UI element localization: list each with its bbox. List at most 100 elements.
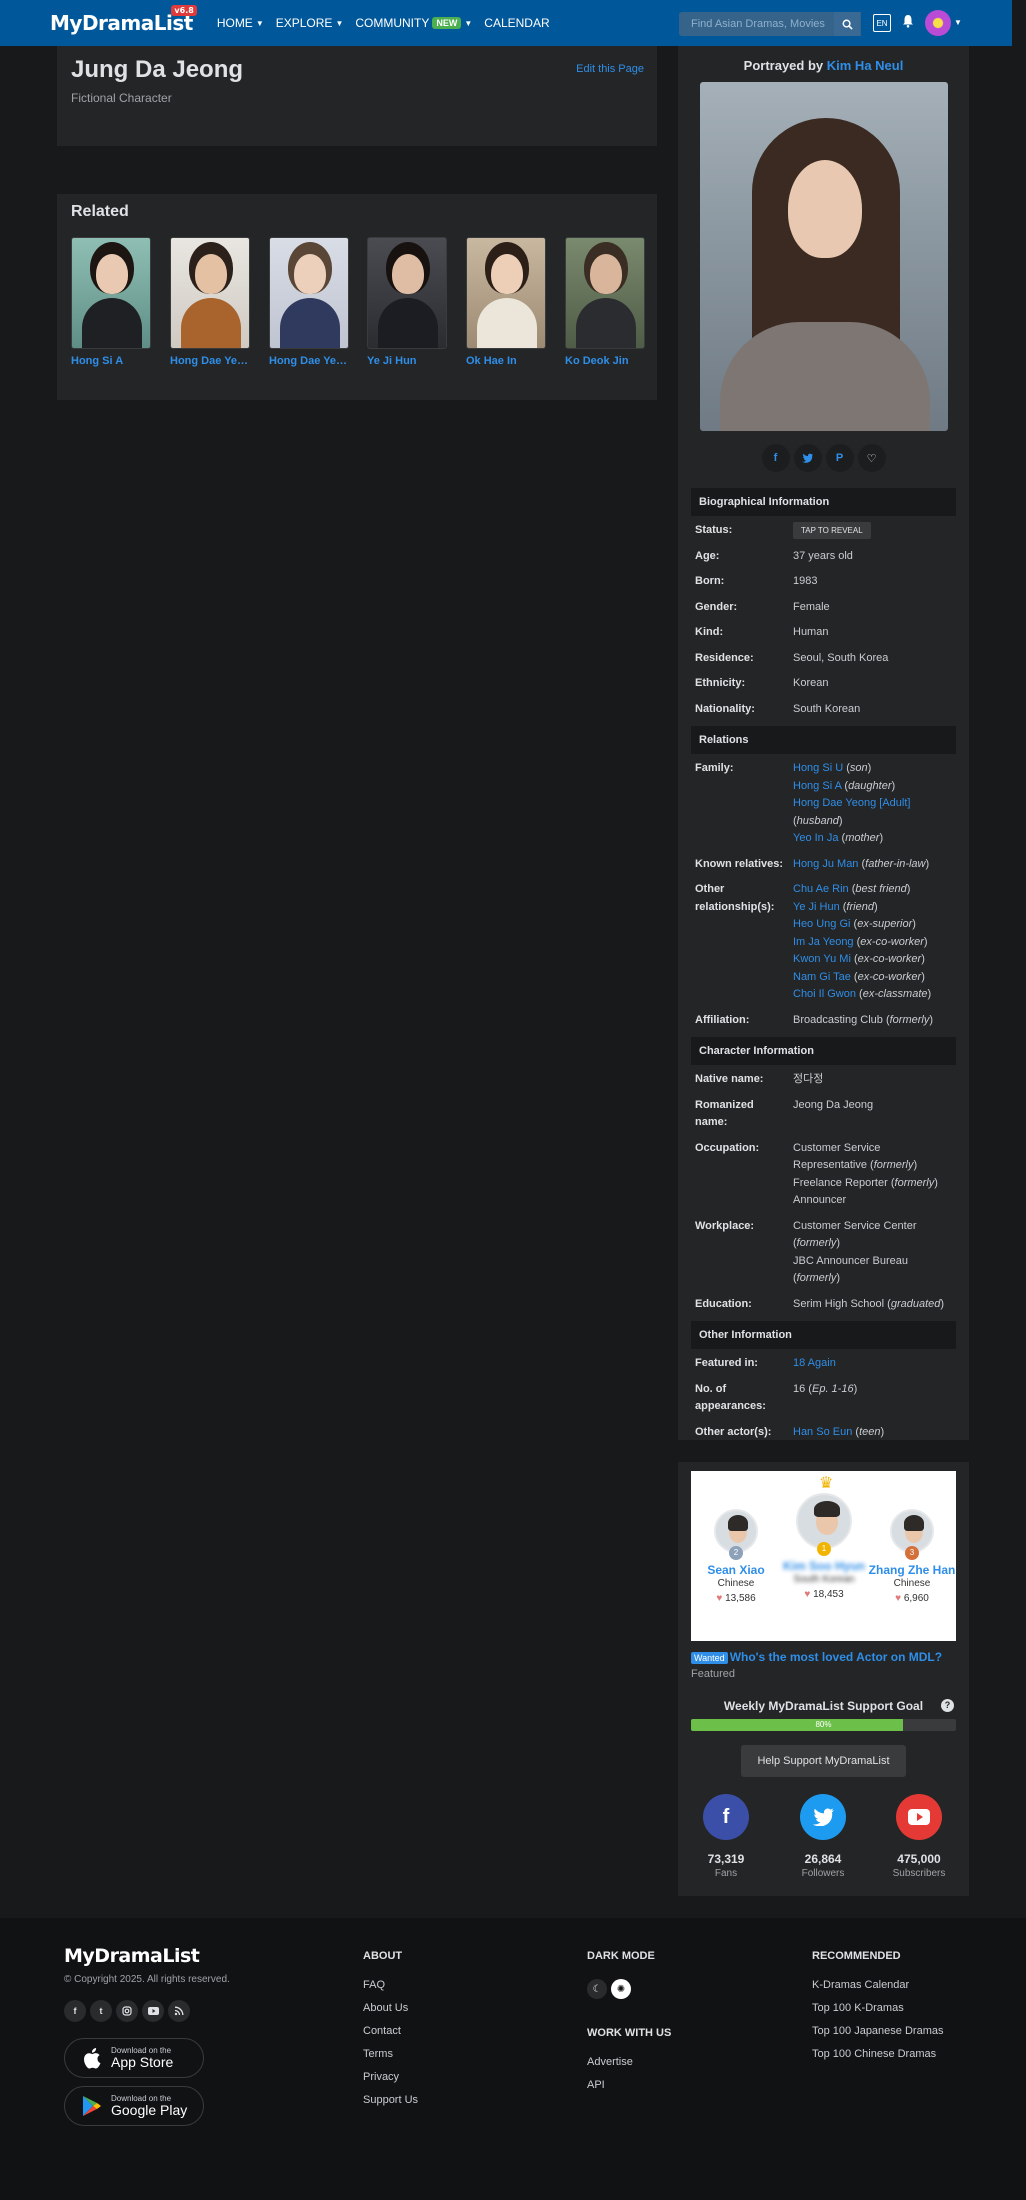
tap-to-reveal-button[interactable]: TAP TO REVEAL [793, 522, 871, 539]
related-name-link[interactable]: Ye Ji Hun [367, 355, 447, 367]
footer-link-kdrama-calendar[interactable]: K-Dramas Calendar [812, 1979, 943, 1991]
wanted-badge: Wanted [691, 1652, 728, 1664]
facebook-icon[interactable]: f [761, 444, 790, 472]
relation-link[interactable]: Kwon Yu Mi [793, 953, 851, 965]
footer-link-terms[interactable]: Terms [363, 2048, 418, 2060]
version-badge: v6.8 [171, 5, 197, 16]
footer-link-top-kdramas[interactable]: Top 100 K-Dramas [812, 2002, 943, 2014]
new-badge: NEW [432, 17, 462, 29]
related-panel: Related Hong Si A Hong Dae Yeong Hong Da… [57, 194, 657, 400]
facebook-icon[interactable]: f [703, 1794, 749, 1840]
facebook-icon[interactable]: f [64, 2000, 86, 2022]
chevron-down-icon[interactable]: ▼ [954, 18, 962, 27]
related-item[interactable]: Hong Si A [71, 237, 151, 367]
search-button[interactable] [834, 12, 860, 36]
footer-link-contact[interactable]: Contact [363, 2025, 418, 2037]
google-play-button[interactable]: Download on the Google Play [64, 2086, 204, 2126]
help-icon[interactable]: ? [941, 1699, 954, 1712]
related-item[interactable]: Ok Hae In [466, 237, 546, 367]
poll-entry[interactable]: 1 Kim Soo Hyun South Korean ♥ 18,453 [779, 1493, 869, 1600]
search-icon [842, 19, 853, 30]
related-photo[interactable] [565, 237, 645, 349]
related-name-link[interactable]: Hong Dae Yeong [269, 355, 349, 367]
youtube-stat[interactable]: 475,000 Subscribers [879, 1794, 959, 1879]
relation-link[interactable]: Choi Il Gwon [793, 988, 856, 1000]
heart-icon: ♥ [895, 1593, 902, 1604]
related-name-link[interactable]: Ok Hae In [466, 355, 546, 367]
nav-explore[interactable]: EXPLORE ▼ [276, 16, 344, 30]
twitter-icon[interactable]: t [90, 2000, 112, 2022]
footer-link-about[interactable]: About Us [363, 2002, 418, 2014]
related-item[interactable]: Ko Deok Jin [565, 237, 645, 367]
related-item[interactable]: Ye Ji Hun [367, 237, 447, 367]
related-item[interactable]: Hong Dae Yeong [269, 237, 349, 367]
language-button[interactable]: EN [873, 14, 891, 32]
related-photo[interactable] [170, 237, 250, 349]
avatar [796, 1493, 852, 1549]
footer-logo[interactable]: MyDramaList [64, 1945, 200, 1967]
sun-icon[interactable]: ✺ [611, 1979, 631, 1999]
relation-link[interactable]: Nam Gi Tae [793, 971, 851, 983]
nav-calendar[interactable]: CALENDAR [484, 16, 549, 30]
youtube-icon[interactable] [896, 1794, 942, 1840]
biographical-info: Biographical Information Status: TAP TO R… [691, 488, 956, 1449]
relation-link[interactable]: Ye Ji Hun [793, 901, 840, 913]
footer-link-api[interactable]: API [587, 2079, 671, 2091]
page-title: Jung Da Jeong [71, 56, 244, 83]
popularity-poll[interactable]: ♛ 2 Sean Xiao Chinese ♥ 13,586 1 Kim Soo… [691, 1471, 956, 1641]
footer-link-top-cdramas[interactable]: Top 100 Chinese Dramas [812, 2048, 943, 2060]
moon-icon[interactable]: ☾ [587, 1979, 607, 1999]
edit-page-link[interactable]: Edit this Page [576, 63, 644, 75]
rss-icon[interactable] [168, 2000, 190, 2022]
footer-link-top-jdramas[interactable]: Top 100 Japanese Dramas [812, 2025, 943, 2037]
poll-entry[interactable]: 2 Sean Xiao Chinese ♥ 13,586 [691, 1509, 781, 1604]
relation-link[interactable]: Heo Ung Gi [793, 918, 850, 930]
footer-link-support[interactable]: Support Us [363, 2094, 418, 2106]
app-store-button[interactable]: Download on the App Store [64, 2038, 204, 2078]
related-photo[interactable] [466, 237, 546, 349]
footer-link-faq[interactable]: FAQ [363, 1979, 418, 1991]
twitter-icon[interactable] [800, 1794, 846, 1840]
user-avatar[interactable] [925, 10, 951, 36]
related-photo[interactable] [269, 237, 349, 349]
google-play-icon [81, 2095, 103, 2117]
facebook-stat[interactable]: f 73,319 Fans [686, 1794, 766, 1879]
related-name-link[interactable]: Ko Deok Jin [565, 355, 645, 367]
twitter-stat[interactable]: 26,864 Followers [783, 1794, 863, 1879]
relation-link[interactable]: Hong Ju Man [793, 858, 858, 870]
related-title: Related [71, 203, 129, 220]
character-portrait[interactable] [700, 82, 948, 431]
poll-entry[interactable]: 3 Zhang Zhe Han Chinese ♥ 6,960 [867, 1509, 957, 1604]
related-photo[interactable] [71, 237, 151, 349]
featured-in-link[interactable]: 18 Again [793, 1357, 836, 1369]
actor-link[interactable]: Kim Ha Neul [827, 58, 904, 73]
relation-link[interactable]: Hong Si A [793, 780, 841, 792]
pinterest-icon[interactable]: P [825, 444, 854, 472]
related-name-link[interactable]: Hong Si A [71, 355, 151, 367]
relation-link[interactable]: Yeo In Ja [793, 832, 838, 844]
site-logo[interactable]: MyDramaList v6.8 [50, 5, 197, 35]
footer-link-privacy[interactable]: Privacy [363, 2071, 418, 2083]
heart-icon[interactable]: ♡ [857, 444, 886, 472]
related-name-link[interactable]: Hong Dae Yeong [170, 355, 250, 367]
related-photo[interactable] [367, 237, 447, 349]
other-actor-link[interactable]: Han So Eun [793, 1426, 852, 1438]
rank-badge: 1 [817, 1542, 831, 1556]
nav-home[interactable]: HOME ▼ [217, 16, 264, 30]
relation-link[interactable]: Im Ja Yeong [793, 936, 854, 948]
apple-icon [81, 2047, 103, 2069]
relation-link[interactable]: Hong Si U [793, 762, 843, 774]
bell-icon[interactable] [902, 14, 914, 31]
rank-badge: 2 [729, 1546, 743, 1560]
nav-community[interactable]: COMMUNITY NEW ▼ [355, 16, 472, 30]
instagram-icon[interactable] [116, 2000, 138, 2022]
relation-link[interactable]: Hong Dae Yeong [Adult] [793, 797, 910, 809]
twitter-icon[interactable] [793, 444, 822, 472]
youtube-icon[interactable] [142, 2000, 164, 2022]
footer-link-advertise[interactable]: Advertise [587, 2056, 671, 2068]
poll-link[interactable]: Wanted Who's the most loved Actor on MDL? [691, 1650, 942, 1664]
related-item[interactable]: Hong Dae Yeong [170, 237, 250, 367]
relation-link[interactable]: Chu Ae Rin [793, 883, 849, 895]
help-support-button[interactable]: Help Support MyDramaList [741, 1745, 906, 1777]
copyright: © Copyright 2025. All rights reserved. [64, 1974, 230, 1985]
